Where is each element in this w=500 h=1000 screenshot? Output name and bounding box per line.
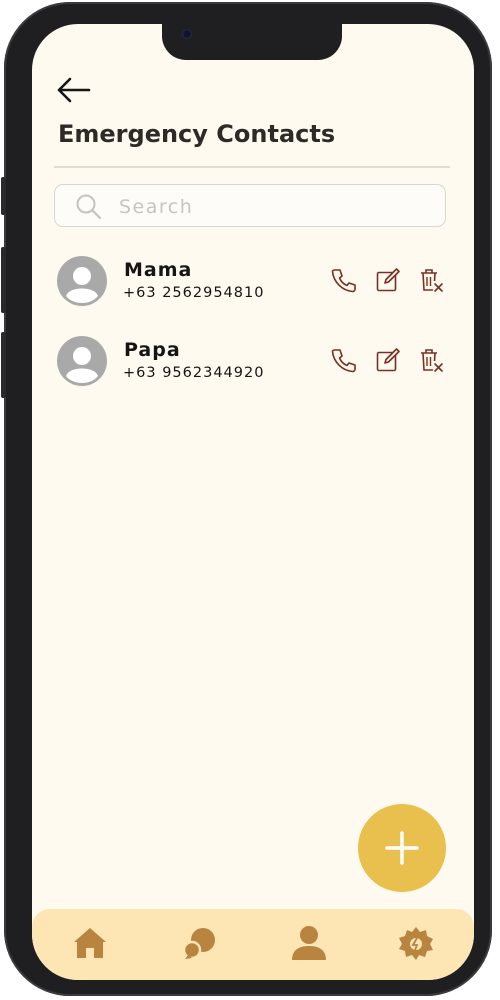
camera: [182, 29, 192, 39]
app-screen: Emergency Contacts Mama +63 2562954810: [32, 24, 474, 980]
contact-phone: +63 9562344920: [123, 365, 265, 381]
phone-icon[interactable]: [330, 267, 356, 293]
avatar: [57, 336, 107, 386]
volume-up-button: [1, 247, 6, 313]
volume-down-button: [1, 332, 6, 398]
plus-icon: [385, 831, 419, 865]
contact-name: Papa: [124, 339, 181, 361]
phone-frame: Emergency Contacts Mama +63 2562954810: [1, 2, 492, 996]
search-icon: [76, 194, 102, 220]
page-title: Emergency Contacts: [58, 120, 336, 148]
edit-icon[interactable]: [375, 347, 401, 373]
delete-icon[interactable]: [418, 347, 444, 373]
chat-icon[interactable]: [180, 923, 220, 963]
contact-item[interactable]: Papa +63 9562344920: [56, 335, 456, 391]
phone-icon[interactable]: [330, 347, 356, 373]
search-bar[interactable]: [54, 184, 446, 227]
silent-switch: [1, 177, 6, 215]
search-input[interactable]: [117, 193, 421, 221]
contact-name: Mama: [124, 259, 193, 281]
edit-icon[interactable]: [375, 267, 401, 293]
avatar: [57, 256, 107, 306]
settings-icon[interactable]: [396, 923, 436, 963]
back-button[interactable]: [54, 74, 92, 106]
notch: [162, 24, 342, 60]
contact-item[interactable]: Mama +63 2562954810: [56, 255, 456, 311]
contact-phone: +63 2562954810: [123, 285, 265, 301]
delete-icon[interactable]: [418, 267, 444, 293]
title-divider: [54, 166, 450, 168]
bottom-nav: [32, 909, 474, 980]
arrow-left-icon: [57, 77, 91, 103]
home-icon[interactable]: [70, 923, 110, 963]
profile-icon[interactable]: [289, 923, 329, 963]
add-contact-button[interactable]: [358, 804, 446, 892]
